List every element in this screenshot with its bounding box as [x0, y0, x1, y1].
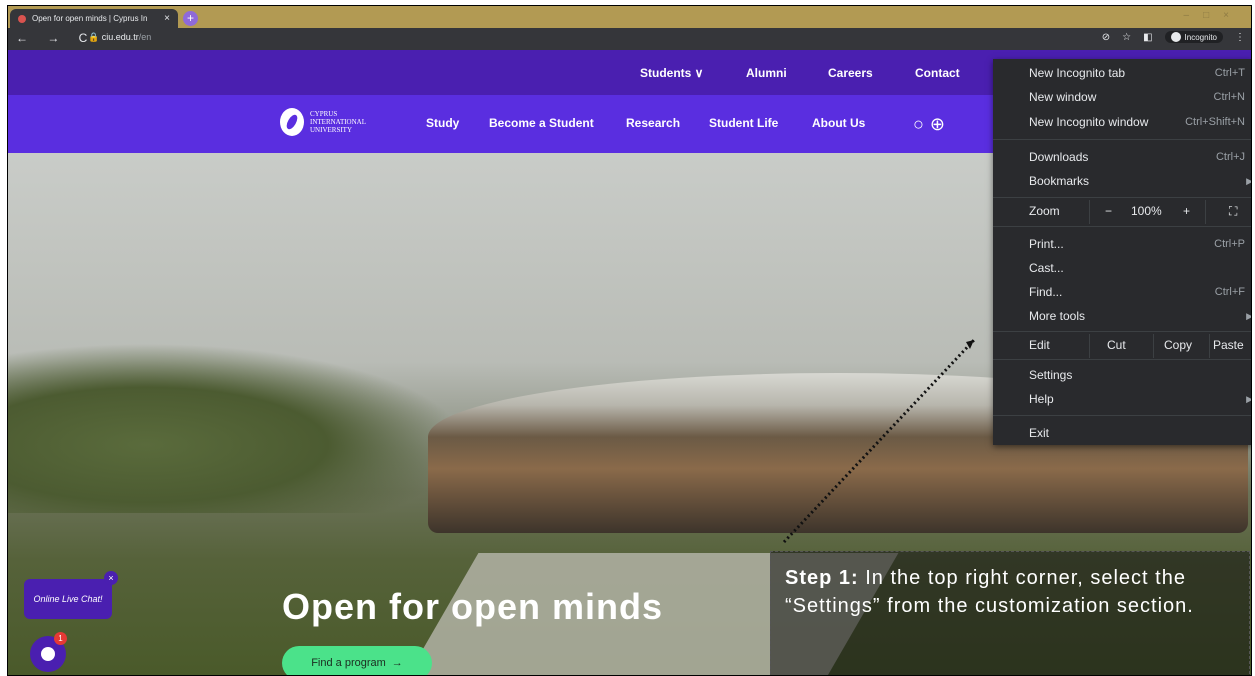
screenshot-frame: Open for open minds | Cyprus In × + –□× …	[7, 5, 1252, 676]
instruction-callout: Step 1: In the top right corner, select …	[770, 551, 1250, 675]
step-label: Step 1:	[785, 567, 859, 589]
